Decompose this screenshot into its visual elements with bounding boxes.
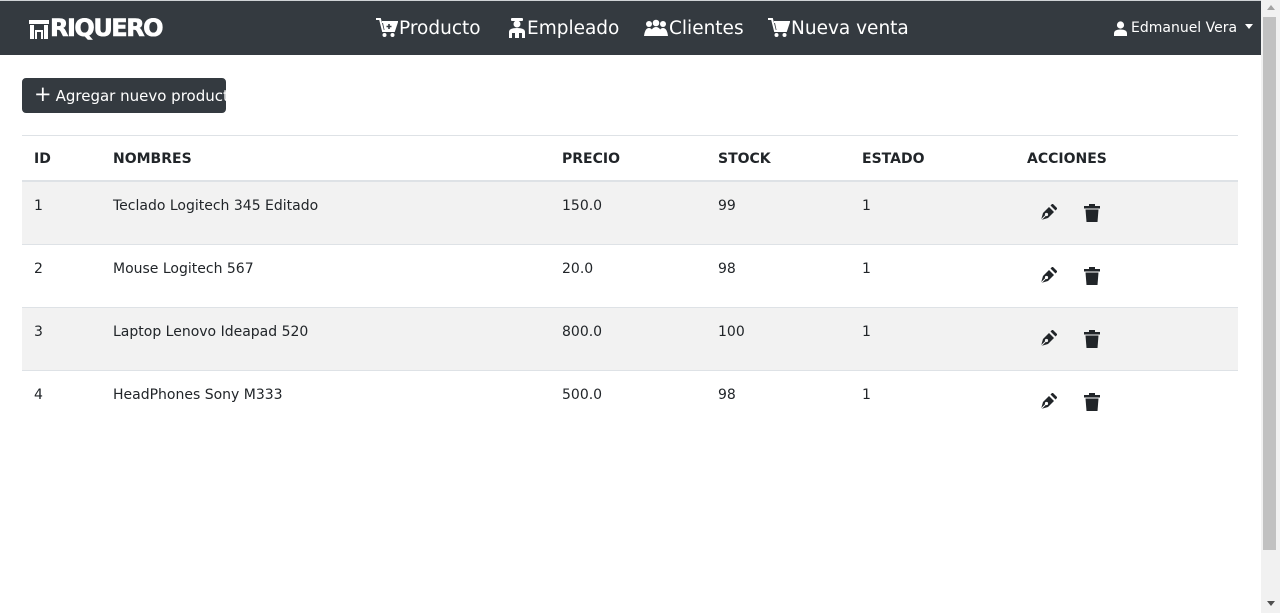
table-row: 1 Teclado Logitech 345 Editado 150.0 99 … <box>22 182 1238 245</box>
header-stock: STOCK <box>718 151 771 167</box>
header-id: ID <box>34 151 51 167</box>
delete-button[interactable] <box>1081 391 1103 413</box>
brand-text: RIQUERO <box>50 14 164 43</box>
clients-icon <box>644 19 668 36</box>
edit-pen-icon <box>1040 393 1057 410</box>
navbar-top-line <box>0 0 1261 1</box>
delete-button[interactable] <box>1081 328 1103 350</box>
employee-icon <box>509 18 525 38</box>
trash-icon <box>1084 330 1100 348</box>
cell-stock: 98 <box>718 261 736 277</box>
cell-nombre: Mouse Logitech 567 <box>113 261 254 277</box>
brand-logo[interactable]: RIQUERO <box>29 12 164 44</box>
cell-stock: 99 <box>718 198 736 214</box>
cell-precio: 20.0 <box>562 261 594 277</box>
scroll-up-arrow-icon[interactable] <box>1267 5 1275 10</box>
cell-nombre: Laptop Lenovo Ideapad 520 <box>113 324 309 340</box>
cell-stock: 100 <box>718 324 745 340</box>
add-product-button[interactable]: + Agregar nuevo producto <box>22 78 238 113</box>
edit-pen-icon <box>1040 267 1057 284</box>
chevron-down-icon <box>1245 23 1254 29</box>
cell-precio: 500.0 <box>562 387 603 403</box>
delete-button[interactable] <box>1081 202 1103 224</box>
cell-estado: 1 <box>862 261 871 277</box>
scrollbar-thumb[interactable] <box>1263 17 1276 550</box>
cell-estado: 1 <box>862 324 871 340</box>
cell-id: 2 <box>34 261 43 277</box>
cell-precio: 800.0 <box>562 324 603 340</box>
plus-icon: + <box>34 82 52 106</box>
trash-icon <box>1084 393 1100 411</box>
table-row: 3 Laptop Lenovo Ideapad 520 800.0 100 1 <box>22 308 1238 371</box>
cell-id: 4 <box>34 387 43 403</box>
add-product-label: Agregar nuevo producto <box>55 86 239 105</box>
trash-icon <box>1084 204 1100 222</box>
scroll-down-arrow-icon[interactable] <box>1267 601 1275 606</box>
edit-button[interactable] <box>1037 328 1059 350</box>
header-nombres: NOMBRES <box>113 151 192 167</box>
user-icon <box>1114 20 1127 36</box>
nav-link-nueva-venta[interactable]: Nueva venta <box>768 14 909 42</box>
cell-estado: 1 <box>862 387 871 403</box>
products-table: ID NOMBRES PRECIO STOCK ESTADO ACCIONES … <box>22 135 1238 434</box>
cell-id: 1 <box>34 198 43 214</box>
delete-button[interactable] <box>1081 265 1103 287</box>
nav-link-nueva-venta-label: Nueva venta <box>791 17 909 39</box>
edit-button[interactable] <box>1037 265 1059 287</box>
cell-id: 3 <box>34 324 43 340</box>
nav-link-clientes-label: Clientes <box>669 17 744 39</box>
cart-plus-icon <box>376 18 398 37</box>
user-name: Edmanuel Vera <box>1131 20 1238 36</box>
brand-storefront-icon <box>29 20 49 39</box>
edit-button[interactable] <box>1037 391 1059 413</box>
cell-nombre: Teclado Logitech 345 Editado <box>113 198 319 214</box>
header-acciones: ACCIONES <box>1027 151 1107 167</box>
table-row: 4 HeadPhones Sony M333 500.0 98 1 <box>22 371 1238 434</box>
nav-link-producto[interactable]: Producto <box>376 14 481 42</box>
user-dropdown[interactable]: Edmanuel Vera <box>1114 17 1254 39</box>
cell-precio: 150.0 <box>562 198 603 214</box>
cart-icon <box>768 18 790 37</box>
edit-pen-icon <box>1040 330 1057 347</box>
nav-link-clientes[interactable]: Clientes <box>644 14 744 42</box>
vertical-scrollbar[interactable] <box>1261 0 1280 613</box>
nav-link-empleado-label: Empleado <box>527 17 620 39</box>
edit-pen-icon <box>1040 204 1057 221</box>
cell-nombre: HeadPhones Sony M333 <box>113 387 283 403</box>
header-precio: PRECIO <box>562 151 620 167</box>
cell-estado: 1 <box>862 198 871 214</box>
edit-button[interactable] <box>1037 202 1059 224</box>
trash-icon <box>1084 267 1100 285</box>
nav-link-empleado[interactable]: Empleado <box>508 14 619 42</box>
header-estado: ESTADO <box>862 151 925 167</box>
cell-stock: 98 <box>718 387 736 403</box>
nav-link-producto-label: Producto <box>399 17 481 39</box>
table-header: ID NOMBRES PRECIO STOCK ESTADO ACCIONES <box>22 135 1238 182</box>
table-row: 2 Mouse Logitech 567 20.0 98 1 <box>22 245 1238 308</box>
top-navbar: RIQUERO Producto Empleado Clientes Nueva… <box>0 0 1261 55</box>
